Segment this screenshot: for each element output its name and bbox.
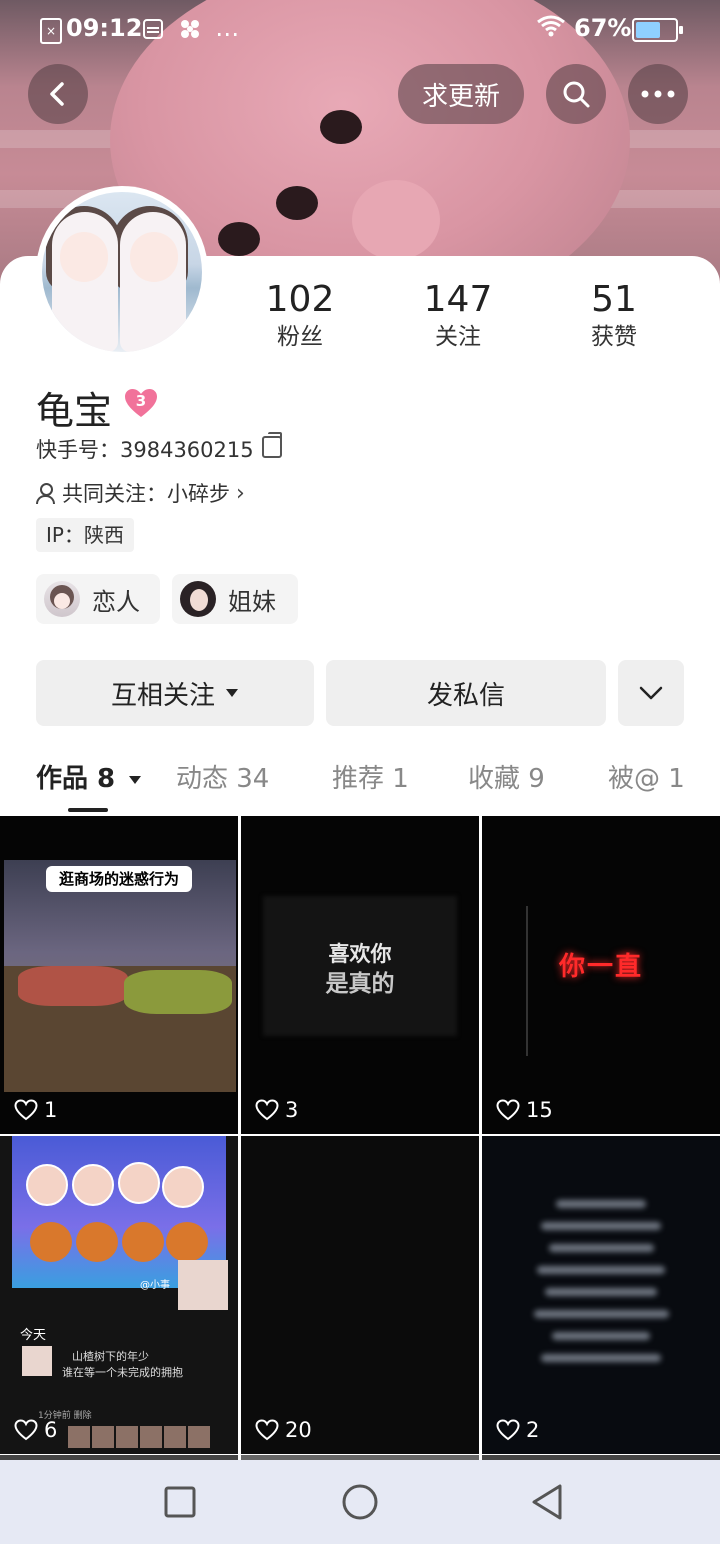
back-button[interactable] <box>28 64 88 124</box>
like-count-value: 1 <box>44 1098 58 1122</box>
work-item[interactable]: 2 <box>482 1136 720 1454</box>
work-item[interactable]: 20 <box>241 1136 479 1454</box>
recents-button[interactable] <box>158 1480 202 1524</box>
status-bar: × 09:12 … 67% <box>0 0 720 58</box>
profile-avatar[interactable] <box>36 186 208 358</box>
stat-fans[interactable]: 102 粉丝 <box>230 278 370 352</box>
stat-following[interactable]: 147 关注 <box>388 278 528 352</box>
battery-percent: 67% <box>574 14 632 42</box>
chevron-down-icon <box>639 686 663 700</box>
work-post-tag: @小事 <box>140 1280 170 1291</box>
like-count-value: 2 <box>526 1418 540 1442</box>
tab-mentions[interactable]: 被@ 1 <box>608 758 685 795</box>
work-item[interactable]: @小事 今天 山楂树下的年少 谁在等一个未完成的拥抱 1分钟前 删除 6 <box>0 1136 238 1454</box>
expand-recommendations-button[interactable] <box>618 660 684 726</box>
level-number: 3 <box>135 392 147 410</box>
mutual-follow-link[interactable]: 共同关注：小碎步 › <box>36 478 245 508</box>
chevron-right-icon: › <box>236 480 245 506</box>
tab-works[interactable]: 作品 8 <box>36 758 142 795</box>
relation-lover[interactable]: 恋人 <box>36 574 160 624</box>
work-blurred-text <box>526 1186 676 1406</box>
work-item[interactable]: 你一直 15 <box>482 816 720 1134</box>
home-button[interactable] <box>338 1480 382 1524</box>
tab-recommend[interactable]: 推荐 1 <box>332 758 409 795</box>
square-icon <box>164 1486 196 1518</box>
ip-location-tag: IP：陕西 <box>36 518 134 552</box>
heart-outline-icon <box>496 1419 520 1441</box>
like-count: 6 <box>14 1418 57 1442</box>
more-notifications: … <box>215 14 246 42</box>
work-overlay-title: 你一直 <box>558 952 643 982</box>
stat-value: 147 <box>423 279 493 320</box>
stat-value: 102 <box>265 279 335 320</box>
more-icon <box>641 90 675 98</box>
like-count: 15 <box>496 1098 553 1122</box>
kuaishou-id: 快手号：3984360215 <box>36 438 254 462</box>
heart-outline-icon <box>255 1099 279 1121</box>
like-count-value: 3 <box>285 1098 299 1122</box>
tab-active-indicator <box>68 808 108 812</box>
heart-outline-icon <box>255 1419 279 1441</box>
tab-label: 作品 8 <box>36 764 116 794</box>
tab-favorites[interactable]: 收藏 9 <box>468 758 545 795</box>
back-nav-button[interactable] <box>526 1480 570 1524</box>
works-grid: 逛商场的迷惑行为 1 喜欢你 是真的 3 你一直 15 @小事 今天 山楂树下的… <box>0 816 720 1460</box>
search-button[interactable] <box>546 64 606 124</box>
work-post-line1: 山楂树下的年少 <box>72 1350 149 1363</box>
caret-down-icon <box>129 775 142 784</box>
more-button[interactable] <box>628 64 688 124</box>
profile-tabs: 作品 8 动态 34 推荐 1 收藏 9 被@ 1 <box>0 758 720 814</box>
request-update-button[interactable]: 求更新 <box>398 64 524 124</box>
mutual-follow-button[interactable]: 互相关注 <box>36 660 314 726</box>
work-overlay-line2: 是真的 <box>325 971 395 997</box>
copy-icon[interactable] <box>262 432 282 458</box>
follow-label: 互相关注 <box>110 680 215 711</box>
work-post-line2: 谁在等一个未完成的拥抱 <box>62 1366 183 1379</box>
message-label: 发私信 <box>426 680 505 711</box>
sim-icon: × <box>40 18 62 44</box>
stat-label: 粉丝 <box>277 324 323 350</box>
triangle-back-icon <box>532 1484 562 1520</box>
like-count: 3 <box>255 1098 298 1122</box>
like-count-value: 6 <box>44 1418 58 1442</box>
relation-sister[interactable]: 姐妹 <box>172 574 298 624</box>
like-count: 1 <box>14 1098 57 1122</box>
like-count-value: 20 <box>285 1418 312 1442</box>
send-message-button[interactable]: 发私信 <box>326 660 606 726</box>
relation-avatar <box>44 581 80 617</box>
back-icon <box>50 82 64 106</box>
person-icon <box>36 483 55 504</box>
work-post-today: 今天 <box>20 1328 47 1343</box>
like-count: 2 <box>496 1418 539 1442</box>
heart-outline-icon <box>14 1419 38 1441</box>
relation-label: 恋人 <box>92 587 140 616</box>
like-count: 20 <box>255 1418 312 1442</box>
system-navigation-bar <box>0 1460 720 1544</box>
heart-outline-icon <box>496 1099 520 1121</box>
like-count-value: 15 <box>526 1098 553 1122</box>
wifi-icon <box>536 14 566 44</box>
profile-name: 龟宝 <box>36 389 113 433</box>
stat-label: 关注 <box>435 324 481 350</box>
search-icon <box>563 81 590 108</box>
caret-down-icon <box>226 689 238 697</box>
work-post-thumbnails <box>68 1426 210 1448</box>
relation-avatar <box>180 581 216 617</box>
stat-likes[interactable]: 51 获赞 <box>544 278 684 352</box>
battery-icon <box>632 18 683 42</box>
stat-label: 获赞 <box>591 324 637 350</box>
level-heart-badge[interactable]: 3 <box>124 388 158 418</box>
heart-outline-icon <box>14 1099 38 1121</box>
work-item[interactable]: 喜欢你 是真的 3 <box>241 816 479 1134</box>
relation-label: 姐妹 <box>228 587 276 616</box>
mutual-follow-text: 共同关注：小碎步 <box>62 482 230 506</box>
work-item[interactable]: 逛商场的迷惑行为 1 <box>0 816 238 1134</box>
stat-value: 51 <box>591 279 637 320</box>
work-overlay-title: 逛商场的迷惑行为 <box>46 866 192 892</box>
notification-icons: … <box>142 14 245 42</box>
circle-icon <box>342 1484 378 1520</box>
tab-moments[interactable]: 动态 34 <box>176 758 269 795</box>
status-time: 09:12 <box>66 14 143 42</box>
